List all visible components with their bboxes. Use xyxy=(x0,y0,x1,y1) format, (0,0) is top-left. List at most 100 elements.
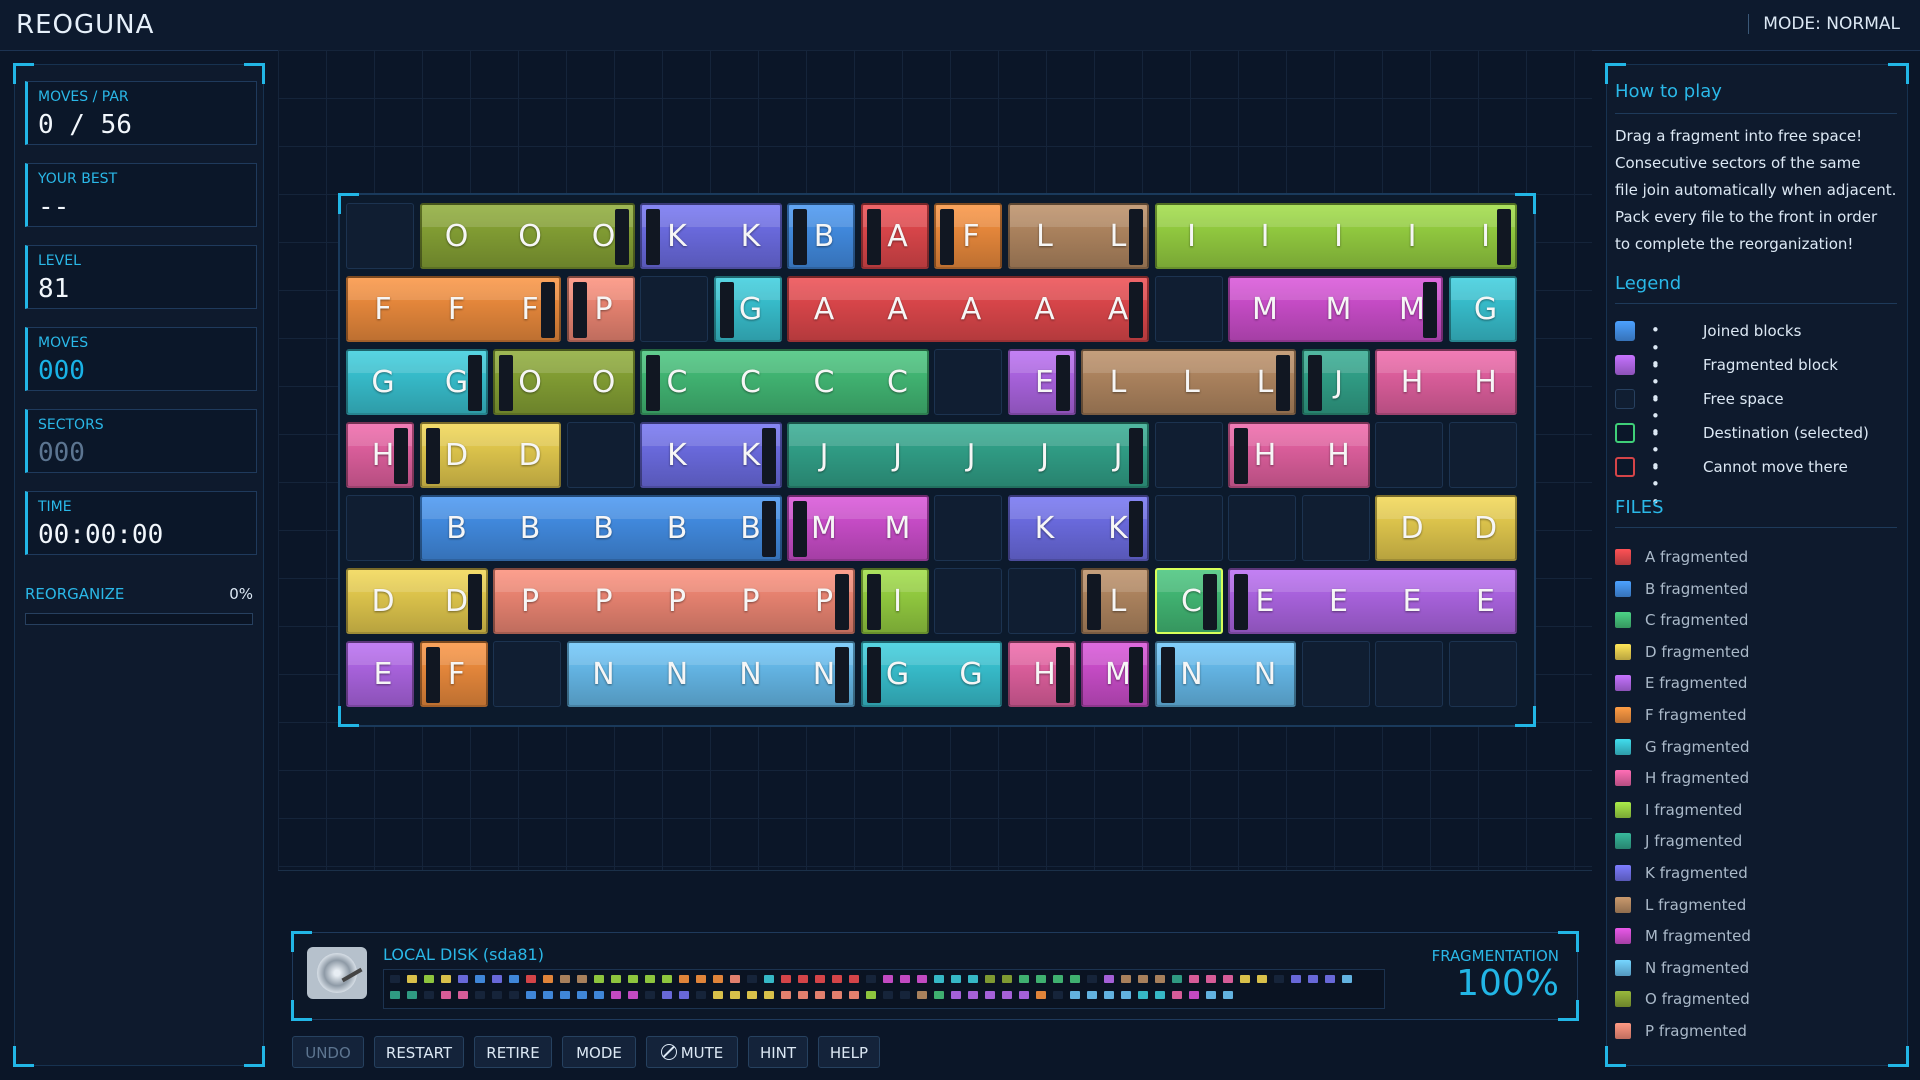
fragment-handle[interactable] xyxy=(866,647,881,703)
file-block-p[interactable]: PPPPP xyxy=(493,568,855,634)
file-block-j[interactable]: J xyxy=(1301,349,1370,415)
fragment-handle[interactable] xyxy=(866,574,881,630)
fragment-handle[interactable] xyxy=(1234,428,1248,484)
fragment-handle[interactable] xyxy=(793,501,807,557)
free-space-cell[interactable] xyxy=(934,349,1002,415)
file-block-b[interactable]: B xyxy=(787,203,855,269)
fragment-handle[interactable] xyxy=(1160,647,1175,703)
file-block-f[interactable]: F xyxy=(934,203,1002,269)
file-block-h[interactable]: HH xyxy=(1228,422,1370,488)
free-space-cell[interactable] xyxy=(1154,276,1223,342)
free-space-cell[interactable] xyxy=(1228,495,1296,561)
fragment-handle[interactable] xyxy=(835,574,849,630)
fragment-handle[interactable] xyxy=(614,209,629,265)
fragment-handle[interactable] xyxy=(646,355,660,411)
game-board[interactable]: OOOKKBAFLLIIIIIFFFPGAAAAAMMMGGGOOCCCCELL… xyxy=(338,193,1536,727)
free-space-cell[interactable] xyxy=(1375,422,1443,488)
file-block-j[interactable]: JJJJJ xyxy=(787,422,1149,488)
fragment-handle[interactable] xyxy=(1129,428,1143,484)
file-block-h[interactable]: H xyxy=(1007,641,1076,707)
file-block-m[interactable]: MM xyxy=(787,495,929,561)
fragment-handle[interactable] xyxy=(1055,647,1070,703)
fragment-handle[interactable] xyxy=(572,282,587,338)
file-block-b[interactable]: BBBBB xyxy=(419,495,782,561)
file-block-k[interactable]: KK xyxy=(1007,495,1149,561)
free-space-cell[interactable] xyxy=(1154,422,1223,488)
fragment-handle[interactable] xyxy=(866,209,881,265)
file-block-d[interactable]: DD xyxy=(419,422,561,488)
file-block-i[interactable]: IIIII xyxy=(1154,203,1517,269)
fragment-handle[interactable] xyxy=(394,428,408,484)
free-space-cell[interactable] xyxy=(640,276,708,342)
file-block-k[interactable]: KK xyxy=(640,422,782,488)
mute-button[interactable]: MUTE xyxy=(646,1036,738,1068)
hint-button[interactable]: HINT xyxy=(748,1036,808,1068)
free-space-cell[interactable] xyxy=(1007,568,1076,634)
undo-button[interactable]: UNDO xyxy=(292,1036,364,1068)
file-block-d[interactable]: DD xyxy=(346,568,488,634)
file-block-a[interactable]: A xyxy=(860,203,929,269)
fragment-handle[interactable] xyxy=(425,428,440,484)
file-block-i[interactable]: I xyxy=(860,568,929,634)
fragment-handle[interactable] xyxy=(1202,574,1217,630)
fragment-handle[interactable] xyxy=(1276,355,1290,411)
file-block-m[interactable]: MMM xyxy=(1228,276,1443,342)
file-block-l[interactable]: LL xyxy=(1007,203,1149,269)
free-space-cell[interactable] xyxy=(934,495,1002,561)
fragment-handle[interactable] xyxy=(793,209,807,265)
file-block-c[interactable]: CCCC xyxy=(640,349,929,415)
free-space-cell[interactable] xyxy=(1301,641,1370,707)
free-space-cell[interactable] xyxy=(1375,641,1443,707)
file-block-h[interactable]: HH xyxy=(1375,349,1517,415)
file-block-f[interactable]: FFF xyxy=(346,276,561,342)
file-block-n[interactable]: NN xyxy=(1154,641,1296,707)
restart-button[interactable]: RESTART xyxy=(374,1036,464,1068)
free-space-cell[interactable] xyxy=(346,203,414,269)
fragment-handle[interactable] xyxy=(1307,355,1322,411)
fragment-handle[interactable] xyxy=(1234,574,1248,630)
file-block-d[interactable]: DD xyxy=(1375,495,1517,561)
free-space-cell[interactable] xyxy=(566,422,635,488)
fragment-handle[interactable] xyxy=(646,209,660,265)
file-block-g[interactable]: GG xyxy=(346,349,488,415)
file-block-g[interactable]: GG xyxy=(860,641,1002,707)
file-block-l[interactable]: LLL xyxy=(1081,349,1296,415)
fragment-handle[interactable] xyxy=(1129,501,1143,557)
file-block-c[interactable]: C xyxy=(1154,568,1223,634)
file-block-f[interactable]: F xyxy=(419,641,488,707)
fragment-handle[interactable] xyxy=(1129,209,1143,265)
fragment-handle[interactable] xyxy=(940,209,954,265)
free-space-cell[interactable] xyxy=(346,495,414,561)
file-block-p[interactable]: P xyxy=(566,276,635,342)
fragment-handle[interactable] xyxy=(541,282,555,338)
fragment-handle[interactable] xyxy=(467,355,482,411)
free-space-cell[interactable] xyxy=(1154,495,1223,561)
file-block-e[interactable]: EEEE xyxy=(1228,568,1517,634)
fragment-handle[interactable] xyxy=(425,647,440,703)
fragment-handle[interactable] xyxy=(1087,574,1101,630)
file-block-e[interactable]: E xyxy=(1007,349,1076,415)
free-space-cell[interactable] xyxy=(493,641,561,707)
fragment-handle[interactable] xyxy=(1055,355,1070,411)
file-block-g[interactable]: G xyxy=(713,276,782,342)
file-block-o[interactable]: OOO xyxy=(419,203,635,269)
fragment-handle[interactable] xyxy=(761,428,776,484)
fragment-handle[interactable] xyxy=(1129,282,1143,338)
free-space-cell[interactable] xyxy=(1301,495,1370,561)
fragment-handle[interactable] xyxy=(835,647,849,703)
fragment-handle[interactable] xyxy=(1423,282,1437,338)
free-space-cell[interactable] xyxy=(1448,422,1517,488)
fragment-handle[interactable] xyxy=(467,574,482,630)
file-block-m[interactable]: M xyxy=(1081,641,1149,707)
file-block-h[interactable]: H xyxy=(346,422,414,488)
fragment-handle[interactable] xyxy=(1496,209,1511,265)
file-block-a[interactable]: AAAAA xyxy=(787,276,1149,342)
free-space-cell[interactable] xyxy=(1448,641,1517,707)
free-space-cell[interactable] xyxy=(934,568,1002,634)
file-block-o[interactable]: OO xyxy=(493,349,635,415)
mode-button[interactable]: MODE xyxy=(562,1036,636,1068)
retire-button[interactable]: RETIRE xyxy=(474,1036,552,1068)
file-block-k[interactable]: KK xyxy=(640,203,782,269)
help-button[interactable]: HELP xyxy=(818,1036,880,1068)
file-block-g[interactable]: G xyxy=(1448,276,1517,342)
